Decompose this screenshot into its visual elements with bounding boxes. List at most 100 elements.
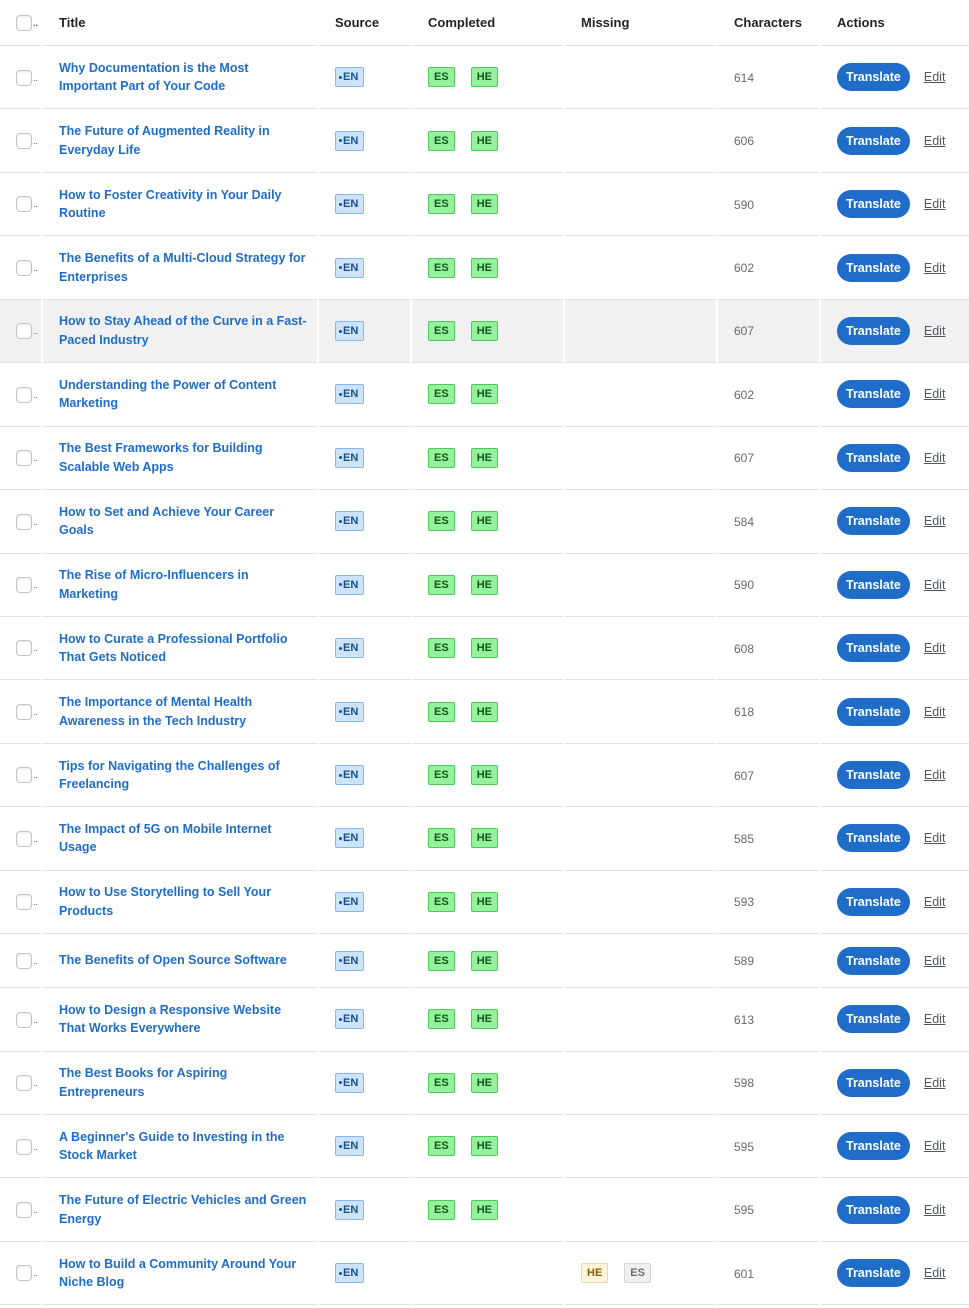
- row-checkbox[interactable]: [16, 450, 32, 467]
- row-checkbox[interactable]: [16, 1201, 32, 1218]
- translate-button[interactable]: Translate: [837, 946, 910, 975]
- edit-link[interactable]: Edit: [924, 387, 946, 401]
- table-row[interactable]: .. How to Curate a Professional Portfoli…: [0, 616, 969, 681]
- table-row[interactable]: .. Tips for Navigating the Challenges of…: [0, 743, 969, 808]
- edit-link[interactable]: Edit: [924, 641, 946, 655]
- row-checkbox[interactable]: [16, 767, 32, 784]
- row-checkbox[interactable]: [16, 640, 32, 657]
- column-header-source[interactable]: Source: [319, 0, 410, 46]
- table-row[interactable]: .. The Importance of Mental Health Aware…: [0, 680, 969, 744]
- edit-link[interactable]: Edit: [924, 324, 946, 338]
- column-header-missing[interactable]: Missing: [565, 0, 716, 46]
- post-title-link[interactable]: A Beginner's Guide to Investing in the S…: [59, 1128, 317, 1165]
- table-row[interactable]: .. The Best Books for Aspiring Entrepren…: [0, 1051, 969, 1115]
- column-header-characters[interactable]: Characters: [718, 0, 819, 46]
- translate-button[interactable]: Translate: [837, 126, 910, 155]
- translate-button[interactable]: Translate: [837, 697, 910, 726]
- post-title-link[interactable]: The Best Books for Aspiring Entrepreneur…: [59, 1064, 317, 1101]
- edit-link[interactable]: Edit: [924, 261, 946, 275]
- translate-button[interactable]: Translate: [837, 1005, 910, 1034]
- edit-link[interactable]: Edit: [924, 451, 946, 465]
- post-title-link[interactable]: How to Use Storytelling to Sell Your Pro…: [59, 883, 317, 920]
- translate-button[interactable]: Translate: [837, 824, 910, 853]
- edit-link[interactable]: Edit: [924, 1012, 946, 1026]
- table-row[interactable]: .. A Beginner's Guide to Investing in th…: [0, 1115, 969, 1179]
- row-checkbox[interactable]: [16, 513, 32, 530]
- table-row[interactable]: .. How to Design a Responsive Website Th…: [0, 988, 969, 1052]
- row-checkbox[interactable]: [16, 259, 32, 276]
- row-checkbox[interactable]: [16, 894, 32, 911]
- table-row[interactable]: .. Why Documentation is the Most Importa…: [0, 46, 969, 110]
- translate-button[interactable]: Translate: [837, 507, 910, 536]
- edit-link[interactable]: Edit: [924, 578, 946, 592]
- post-title-link[interactable]: Why Documentation is the Most Important …: [59, 59, 317, 96]
- post-title-link[interactable]: Understanding the Power of Content Marke…: [59, 376, 317, 413]
- post-title-link[interactable]: How to Build a Community Around Your Nic…: [59, 1255, 317, 1292]
- select-all-checkbox[interactable]: [16, 14, 32, 31]
- row-checkbox[interactable]: [16, 1138, 32, 1155]
- post-title-link[interactable]: How to Design a Responsive Website That …: [59, 1001, 317, 1038]
- row-checkbox[interactable]: [16, 703, 32, 720]
- table-row[interactable]: .. How to Use Storytelling to Sell Your …: [0, 870, 969, 935]
- post-title-link[interactable]: Tips for Navigating the Challenges of Fr…: [59, 757, 317, 794]
- edit-link[interactable]: Edit: [924, 134, 946, 148]
- table-row[interactable]: .. The Future of Electric Vehicles and G…: [0, 1178, 969, 1242]
- post-title-link[interactable]: The Rise of Micro-Influencers in Marketi…: [59, 566, 317, 603]
- table-row[interactable]: .. The Best Frameworks for Building Scal…: [0, 426, 969, 491]
- translate-button[interactable]: Translate: [837, 253, 910, 282]
- edit-link[interactable]: Edit: [924, 514, 946, 528]
- edit-link[interactable]: Edit: [924, 197, 946, 211]
- post-title-link[interactable]: The Benefits of a Multi-Cloud Strategy f…: [59, 249, 317, 286]
- post-title-link[interactable]: The Importance of Mental Health Awarenes…: [59, 693, 317, 730]
- row-checkbox[interactable]: [16, 323, 32, 340]
- row-checkbox[interactable]: [16, 1075, 32, 1092]
- table-row[interactable]: .. The Rise of Micro-Influencers in Mark…: [0, 553, 969, 617]
- row-checkbox[interactable]: [16, 952, 32, 969]
- post-title-link[interactable]: How to Set and Achieve Your Career Goals: [59, 503, 317, 540]
- edit-link[interactable]: Edit: [924, 1076, 946, 1090]
- row-checkbox[interactable]: [16, 196, 32, 213]
- edit-link[interactable]: Edit: [924, 1139, 946, 1153]
- translate-button[interactable]: Translate: [837, 1068, 910, 1097]
- translate-button[interactable]: Translate: [837, 887, 910, 916]
- edit-link[interactable]: Edit: [924, 1203, 946, 1217]
- translate-button[interactable]: Translate: [837, 570, 910, 599]
- translate-button[interactable]: Translate: [837, 63, 910, 92]
- row-checkbox[interactable]: [16, 386, 32, 403]
- row-checkbox[interactable]: [16, 830, 32, 847]
- post-title-link[interactable]: How to Foster Creativity in Your Daily R…: [59, 186, 317, 223]
- post-title-link[interactable]: The Future of Electric Vehicles and Gree…: [59, 1191, 317, 1228]
- edit-link[interactable]: Edit: [924, 954, 946, 968]
- edit-link[interactable]: Edit: [924, 768, 946, 782]
- post-title-link[interactable]: The Benefits of Open Source Software: [59, 951, 317, 970]
- translate-button[interactable]: Translate: [837, 1259, 910, 1288]
- translate-button[interactable]: Translate: [837, 1195, 910, 1224]
- translate-button[interactable]: Translate: [837, 190, 910, 219]
- row-checkbox[interactable]: [16, 577, 32, 593]
- edit-link[interactable]: Edit: [924, 1266, 946, 1280]
- translate-button[interactable]: Translate: [837, 634, 910, 663]
- row-checkbox[interactable]: [16, 69, 32, 86]
- post-title-link[interactable]: How to Stay Ahead of the Curve in a Fast…: [59, 312, 317, 349]
- column-header-completed[interactable]: Completed: [412, 0, 563, 46]
- post-title-link[interactable]: The Future of Augmented Reality in Every…: [59, 122, 317, 159]
- column-header-title[interactable]: Title: [43, 0, 317, 46]
- edit-link[interactable]: Edit: [924, 705, 946, 719]
- edit-link[interactable]: Edit: [924, 895, 946, 909]
- table-row[interactable]: .. How to Build a Community Around Your …: [0, 1241, 969, 1306]
- translate-button[interactable]: Translate: [837, 380, 910, 409]
- post-title-link[interactable]: The Best Frameworks for Building Scalabl…: [59, 439, 317, 476]
- table-row[interactable]: .. The Benefits of a Multi-Cloud Strateg…: [0, 236, 969, 300]
- translate-button[interactable]: Translate: [837, 1132, 910, 1161]
- translate-button[interactable]: Translate: [837, 316, 910, 345]
- table-row[interactable]: .. Understanding the Power of Content Ma…: [0, 363, 969, 427]
- row-checkbox[interactable]: [16, 1011, 32, 1028]
- post-title-link[interactable]: The Impact of 5G on Mobile Internet Usag…: [59, 820, 317, 857]
- edit-link[interactable]: Edit: [924, 831, 946, 845]
- table-row[interactable]: .. How to Foster Creativity in Your Dail…: [0, 172, 969, 237]
- row-checkbox[interactable]: [16, 132, 32, 149]
- edit-link[interactable]: Edit: [924, 70, 946, 84]
- translate-button[interactable]: Translate: [837, 761, 910, 790]
- translate-button[interactable]: Translate: [837, 443, 910, 472]
- table-row[interactable]: .. The Future of Augmented Reality in Ev…: [0, 109, 969, 173]
